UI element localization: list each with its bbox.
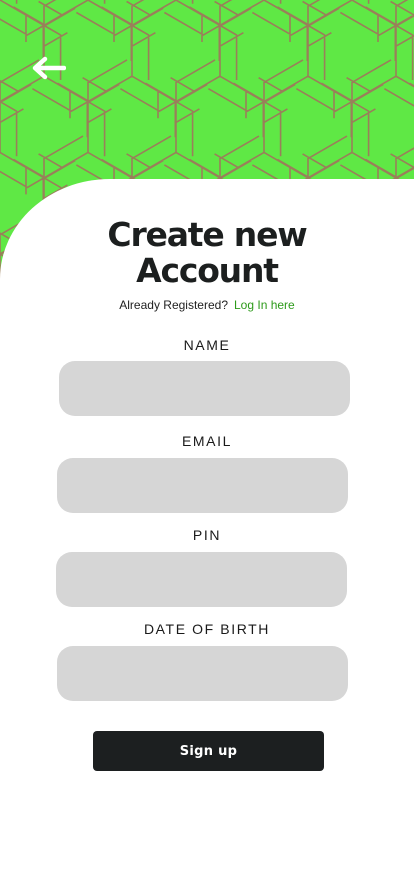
page-title: Create new Account bbox=[0, 217, 414, 289]
dob-label: DATE OF BIRTH bbox=[143, 621, 271, 637]
login-prompt: Already Registered? Log In here bbox=[0, 298, 414, 312]
email-input[interactable] bbox=[57, 458, 348, 513]
title-line-2: Account bbox=[136, 251, 279, 290]
arrow-left-icon bbox=[32, 56, 66, 80]
login-prompt-text: Already Registered? bbox=[119, 298, 228, 312]
email-label: EMAIL bbox=[181, 433, 232, 449]
back-button[interactable] bbox=[26, 52, 70, 84]
pin-input[interactable] bbox=[56, 552, 347, 607]
name-label: NAME bbox=[183, 337, 231, 353]
title-line-1: Create new bbox=[107, 215, 307, 254]
dob-input[interactable] bbox=[57, 646, 348, 701]
login-link[interactable]: Log In here bbox=[234, 298, 295, 312]
pin-label: PIN bbox=[192, 527, 222, 543]
name-input[interactable] bbox=[59, 361, 350, 416]
signup-button[interactable]: Sign up bbox=[93, 731, 324, 771]
